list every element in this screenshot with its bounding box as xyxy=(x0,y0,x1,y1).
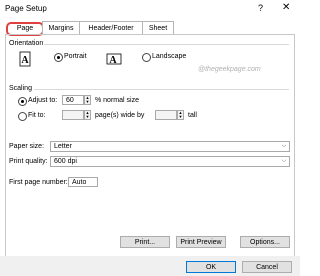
help-icon[interactable]: ? xyxy=(258,3,263,13)
pages-wide-by-label: page(s) wide by xyxy=(95,112,145,119)
portrait-icon: A xyxy=(19,51,31,67)
svg-text:A: A xyxy=(21,55,29,66)
adjust-to-label: Adjust to: xyxy=(28,97,58,104)
fit-tall-spinner[interactable]: ▲ ▼ xyxy=(177,110,184,120)
orientation-divider xyxy=(44,44,289,45)
chevron-down-icon: ⌵ xyxy=(281,143,287,149)
tab-margins[interactable]: Margins xyxy=(42,21,80,35)
print-quality-label: Print quality: xyxy=(9,158,48,165)
adjust-to-spinner[interactable]: ▲ ▼ xyxy=(84,95,91,105)
portrait-label: Portrait xyxy=(64,53,87,60)
ok-button[interactable]: OK xyxy=(186,261,236,273)
landscape-label: Landscape xyxy=(152,53,187,60)
options-button[interactable]: Options... xyxy=(240,236,290,248)
dialog-title: Page Setup xyxy=(5,4,47,13)
svg-text:A: A xyxy=(109,55,117,66)
chevron-down-icon: ⌵ xyxy=(281,158,287,164)
cancel-button[interactable]: Cancel xyxy=(242,261,292,273)
fit-pages-wide-input[interactable] xyxy=(62,110,84,120)
paper-size-label: Paper size: xyxy=(9,143,45,150)
first-page-number-label: First page number: xyxy=(9,179,68,186)
landscape-icon: A xyxy=(106,53,122,66)
print-quality-value: 600 dpi xyxy=(54,158,77,165)
paper-size-select[interactable]: Letter ⌵ xyxy=(50,141,290,152)
adjust-to-input[interactable]: 60 xyxy=(62,95,84,105)
print-preview-button[interactable]: Print Preview xyxy=(176,236,226,248)
normal-size-label: % normal size xyxy=(95,97,139,104)
landscape-radio[interactable] xyxy=(142,53,151,62)
watermark: @thegeekpage.com xyxy=(198,66,261,73)
fit-to-label: Fit to: xyxy=(28,112,46,119)
tab-header-footer[interactable]: Header/Footer xyxy=(79,21,143,35)
adjust-to-radio[interactable] xyxy=(18,97,27,106)
print-button[interactable]: Print... xyxy=(120,236,170,248)
scaling-divider xyxy=(34,89,289,90)
tall-label: tall xyxy=(188,112,197,119)
page-setup-dialog: Page Setup ? ✕ Page Margins Header/Foote… xyxy=(0,0,300,276)
print-quality-select[interactable]: 600 dpi ⌵ xyxy=(50,156,290,167)
scaling-label: Scaling xyxy=(9,85,32,92)
first-page-number-input[interactable]: Auto xyxy=(68,177,98,187)
paper-size-value: Letter xyxy=(54,143,72,150)
portrait-radio[interactable] xyxy=(54,53,63,62)
fit-tall-input[interactable] xyxy=(155,110,177,120)
tab-sheet[interactable]: Sheet xyxy=(142,21,174,35)
fit-to-radio[interactable] xyxy=(18,112,27,121)
orientation-label: Orientation xyxy=(9,40,44,47)
close-icon[interactable]: ✕ xyxy=(282,2,290,13)
fit-pages-wide-spinner[interactable]: ▲ ▼ xyxy=(84,110,91,120)
